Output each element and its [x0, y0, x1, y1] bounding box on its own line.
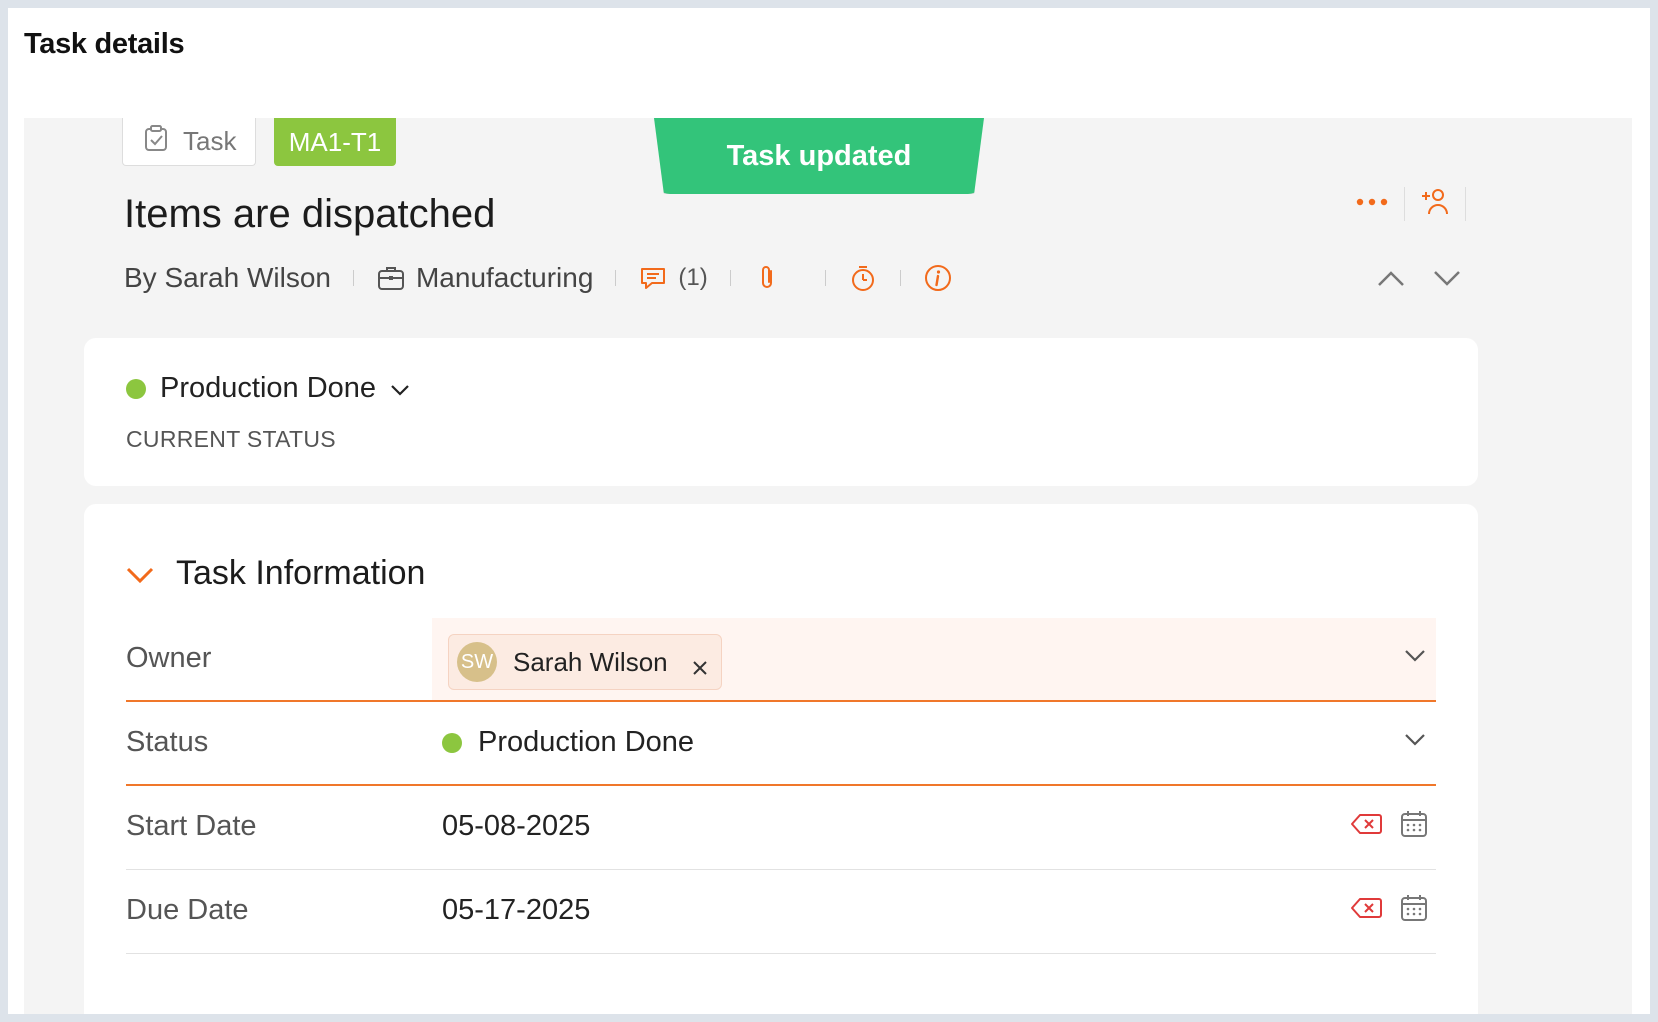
- task-information-toggle[interactable]: Task Information: [126, 554, 425, 593]
- chevron-down-icon: [126, 554, 154, 593]
- owner-chip[interactable]: SW Sarah Wilson: [448, 634, 722, 690]
- divider: [899, 270, 901, 286]
- current-status-card: Production Done CURRENT STATUS: [84, 338, 1478, 486]
- due-date-label: Due Date: [126, 894, 249, 926]
- divider: [824, 270, 826, 286]
- task-type-chip: Task: [122, 118, 256, 166]
- task-author: By Sarah Wilson: [124, 262, 331, 293]
- divider: [1465, 187, 1466, 221]
- briefcase-icon: [376, 263, 406, 293]
- timer-button[interactable]: [848, 263, 878, 293]
- status-dot: [442, 732, 462, 753]
- clear-date-icon[interactable]: [1350, 897, 1382, 924]
- more-options-icon[interactable]: [1354, 195, 1390, 213]
- status-select[interactable]: Production Done: [442, 726, 694, 759]
- divider: [729, 270, 731, 286]
- owner-field-row: Owner SW Sarah Wilson: [126, 618, 1436, 702]
- chevron-down-icon[interactable]: [1404, 732, 1426, 751]
- clear-date-icon[interactable]: [1350, 813, 1382, 840]
- status-dropdown[interactable]: Production Done: [126, 372, 410, 405]
- page-title: Task details: [24, 28, 185, 60]
- current-status-caption: CURRENT STATUS: [126, 426, 336, 452]
- divider: [615, 270, 617, 286]
- current-status-value: Production Done: [160, 372, 377, 404]
- owner-name: Sarah Wilson: [513, 646, 668, 677]
- paperclip-icon: [753, 263, 783, 293]
- avatar: SW: [457, 642, 497, 682]
- comments-button[interactable]: (1): [638, 263, 708, 293]
- status-field-row: Status Production Done: [126, 702, 1436, 786]
- attachment-button[interactable]: [753, 263, 803, 293]
- task-navigation: [1376, 268, 1462, 293]
- task-title[interactable]: Items are dispatched: [124, 192, 495, 237]
- info-button[interactable]: [923, 263, 953, 293]
- task-updated-toast: Task updated: [654, 118, 984, 194]
- next-task-chevron-down-icon[interactable]: [1432, 268, 1462, 293]
- info-icon: [923, 263, 953, 293]
- task-clipboard-icon: [141, 123, 171, 160]
- chevron-down-icon[interactable]: [1404, 648, 1426, 667]
- chevron-down-icon: [390, 372, 410, 405]
- due-date-input[interactable]: 05-17-2025: [442, 894, 590, 927]
- start-date-label: Start Date: [126, 810, 257, 842]
- task-information-card: Task Information Owner SW Sarah Wilson S…: [84, 504, 1478, 1014]
- close-icon[interactable]: [691, 653, 709, 684]
- status-value: Production Done: [478, 726, 695, 758]
- due-date-field-row: Due Date 05-17-2025: [126, 870, 1436, 954]
- task-details-window: Task details Task MA1-T1 Task updated It…: [8, 8, 1650, 1014]
- status-dot: [126, 378, 146, 399]
- comments-count: (1): [678, 264, 708, 291]
- divider: [1404, 187, 1405, 221]
- previous-task-chevron-up-icon[interactable]: [1376, 268, 1406, 293]
- task-meta-bar: By Sarah Wilson Manufacturing (1): [124, 258, 953, 298]
- start-date-field-row: Start Date 05-08-2025: [126, 786, 1436, 870]
- header-actions: [1354, 184, 1480, 224]
- section-heading: Task Information: [176, 554, 426, 592]
- project-link[interactable]: Manufacturing: [376, 262, 593, 294]
- project-name: Manufacturing: [415, 262, 594, 293]
- status-label: Status: [126, 726, 209, 758]
- calendar-icon[interactable]: [1400, 810, 1428, 843]
- due-date-actions: [1350, 894, 1428, 927]
- comment-icon: [638, 263, 668, 293]
- divider: [352, 270, 354, 286]
- owner-label: Owner: [126, 642, 212, 674]
- task-id-badge[interactable]: MA1-T1: [274, 118, 396, 166]
- task-panel: Task MA1-T1 Task updated Items are dispa…: [24, 118, 1632, 1014]
- task-type-label: Task: [183, 126, 237, 156]
- calendar-icon[interactable]: [1400, 894, 1428, 927]
- start-date-actions: [1350, 810, 1428, 843]
- stopwatch-icon: [848, 263, 878, 293]
- assign-user-icon[interactable]: [1419, 186, 1451, 223]
- start-date-input[interactable]: 05-08-2025: [442, 810, 590, 843]
